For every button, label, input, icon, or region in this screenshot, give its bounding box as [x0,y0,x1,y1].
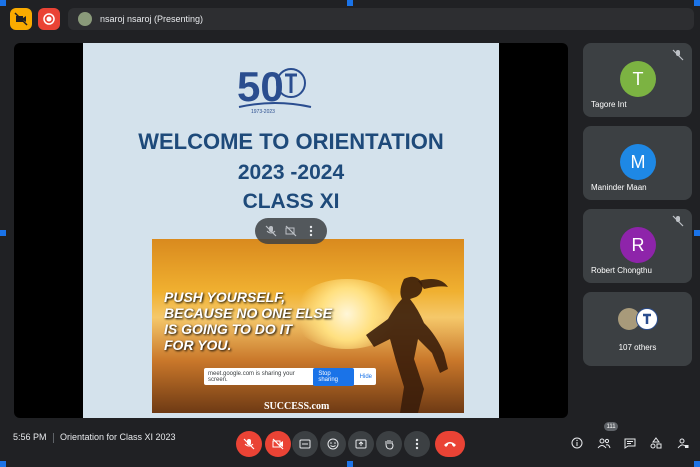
info-icon [571,437,583,449]
record-icon [43,13,55,25]
hand-icon [385,440,394,450]
share-banner-text: meet.google.com is sharing your screen. [208,370,295,383]
resize-handle-bottom-right[interactable] [694,461,700,467]
avatar: M [620,144,656,180]
clock-time: 5:56 PM [13,432,47,442]
presentation-hover-controls [255,218,327,244]
participant-name: Maninder Maan [591,183,647,192]
more-options-icon[interactable] [305,225,317,237]
avatar [636,308,658,330]
presenter-bar[interactable]: nsaroj nsaroj (Presenting) [68,8,694,30]
people-icon [597,438,611,449]
camera-off-icon [14,12,28,26]
meeting-title: Orientation for Class XI 2023 [60,432,176,442]
chat-icon [624,438,636,449]
resize-handle-right[interactable] [694,230,700,236]
school-logo-icon [643,313,651,324]
resize-handle-top-left[interactable] [0,0,6,6]
camera-off-indicator[interactable] [10,8,32,30]
avatar: T [620,61,656,97]
participant-name: Robert Chongthu [591,266,652,275]
more-vert-icon [415,438,419,450]
slide-title-line1: WELCOME TO ORIENTATION [138,129,444,154]
resize-handle-bottom-left[interactable] [0,461,6,467]
svg-text:1973-2023: 1973-2023 [251,109,275,115]
meeting-details-button[interactable] [569,435,585,451]
participant-count-badge: 111 [604,422,618,431]
camera-off-icon [272,438,284,450]
resize-handle-top-right[interactable] [694,0,700,6]
motivational-poster: PUSH YOURSELF, BECAUSE NO ONE ELSE IS GO… [152,239,464,413]
others-count: 107 others [618,343,657,352]
resize-handle-bottom[interactable] [347,461,353,467]
participant-name: Tagore Int [591,100,627,109]
raise-hand-button[interactable] [376,431,402,457]
hang-up-icon [444,442,456,447]
poster-quote: PUSH YOURSELF, BECAUSE NO ONE ELSE IS GO… [164,289,333,353]
chat-button[interactable] [622,435,638,451]
slide-title-line2: 2023 -2024 [237,161,345,184]
participant-tile[interactable]: R Robert Chongthu [583,209,692,283]
participant-tile[interactable]: M Maninder Maan [583,126,692,200]
more-options-button[interactable] [404,431,430,457]
presenter-avatar [78,12,92,26]
camera-button[interactable] [265,431,291,457]
slide-title-line3: CLASS XI [242,190,340,213]
hide-banner-link[interactable]: Hide [360,374,372,380]
host-controls-button[interactable] [675,435,691,451]
screen-share-banner: meet.google.com is sharing your screen. … [204,367,376,386]
presentation-stage[interactable]: 50 1973-2023 WELCOME TO ORIENTATION 2023… [14,43,568,418]
captions-button[interactable] [292,431,318,457]
people-button[interactable] [596,435,612,451]
lock-person-icon [677,438,689,449]
remove-from-stage-icon[interactable] [285,225,297,237]
mic-off-icon [672,215,684,227]
mic-off-icon [243,438,255,450]
poster-brand: SUCCESS.com [264,401,330,412]
activities-icon [650,437,662,449]
leave-call-button[interactable] [435,431,465,457]
emoji-icon [327,438,339,450]
resize-handle-top[interactable] [347,0,353,6]
emoji-button[interactable] [320,431,346,457]
recording-indicator[interactable] [38,8,60,30]
divider [53,433,54,443]
participant-tile[interactable]: T Tagore Int [583,43,692,117]
stop-sharing-button[interactable]: Stop sharing [313,367,354,386]
present-screen-icon [355,439,367,449]
microphone-button[interactable] [236,431,262,457]
resize-handle-left[interactable] [0,230,6,236]
captions-icon [299,439,311,449]
others-tile[interactable]: 107 others [583,292,692,366]
mic-off-icon[interactable] [265,225,277,237]
activities-button[interactable] [648,435,664,451]
presenter-name: nsaroj nsaroj (Presenting) [100,14,204,24]
school-logo: 50 1973-2023 [237,63,312,115]
present-button[interactable] [348,431,374,457]
avatar: R [620,227,656,263]
mic-off-icon [672,49,684,61]
